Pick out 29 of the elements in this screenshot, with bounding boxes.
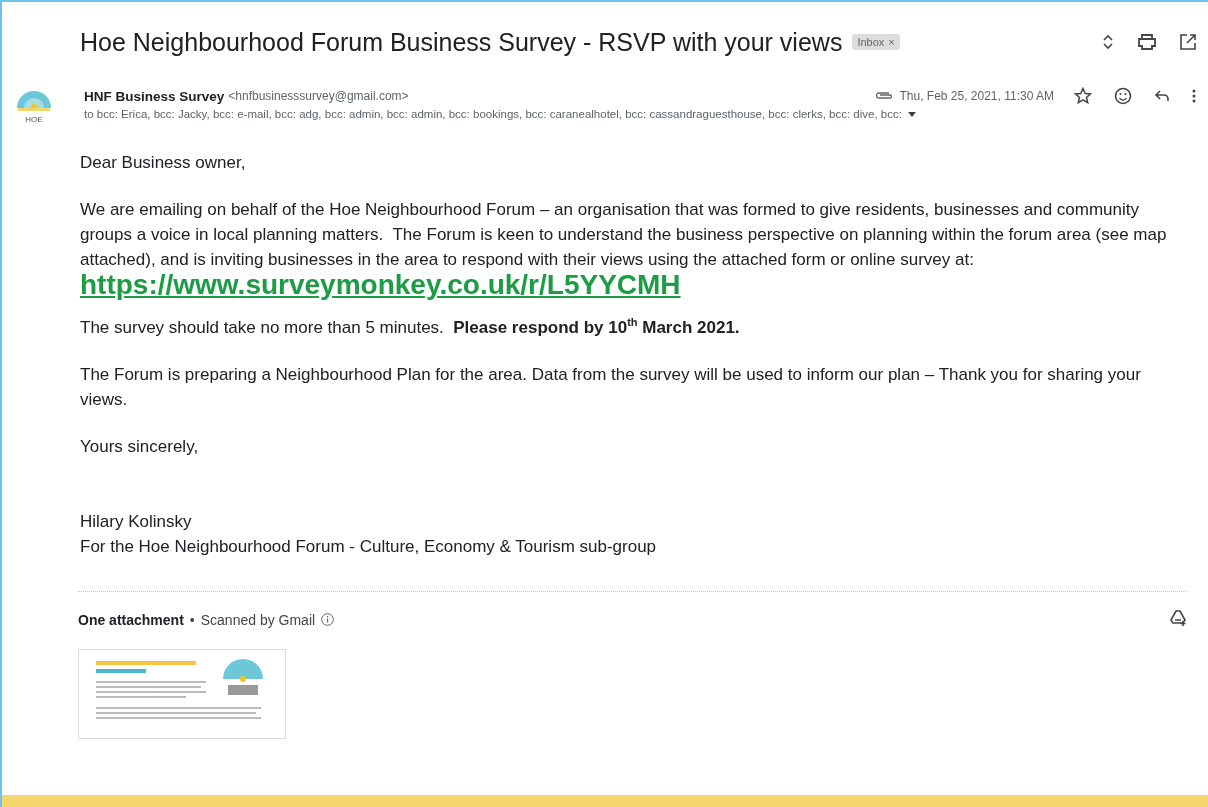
more-icon[interactable] [1192,89,1196,103]
survey-link[interactable]: https://www.surveymonkey.co.uk/r/L5YYCMH [80,269,681,300]
expand-collapse-icon[interactable] [1102,33,1114,51]
scan-note: Scanned by Gmail [200,611,316,628]
info-icon[interactable] [321,613,335,626]
paragraph: Yours sincerely, [80,436,200,458]
add-to-drive-icon[interactable] [1170,610,1188,626]
caret-icon[interactable] [907,111,916,117]
email-subject: Hoe Neighbourhood Forum Business Survey - RSVP with your views [80,27,843,57]
separator-dot: • [189,611,195,628]
paragraph: The Forum is preparing a Neighbourhood Plan for the area. Data from the survey will be used to inform our plan – Thank you for sharing your views. [80,364,1142,411]
open-new-window-icon[interactable] [1180,34,1196,50]
paragraph: The survey should take no more than 5 minutes. Please respond by 10$^{th}$ March 2021. [80,315,741,339]
sender-name: HNF Business Survey [84,88,225,104]
paperclip-icon [875,91,894,101]
email-date: Thu, Feb 25, 2021, 11:30 AM [899,89,1054,103]
recipients-list: to bcc: Erica, bcc: Jacky, bcc: e-mail, bcc: adg, bcc: admin, bcc: admin, bcc: bookings, bcc: caranealhotel, bcc: cassandraguesthouse, bcc: clerks, bcc: dive, bcc: [84,108,902,120]
paragraph: Dear Business owner, [80,152,247,174]
remove-label-button[interactable]: × [888,36,895,48]
reply-icon[interactable] [1154,89,1170,103]
label-text: Inbox [857,36,885,48]
paragraph: We are emailing on behalf of the Hoe Neighbourhood Forum – an organisation that was formed to give residents, businesses and community groups a voice in local planning matters. The Forum is keen to understand the business perspective on planning within the forum area (see map attached), and is inviting businesses in the area to respond with their views using the attached form or online survey at: https://www.surveymonkey.co.uk/r/L5YYCMH [80,199,1168,301]
attachment-count: One attachment [78,611,184,628]
signature-line: Hilary Kolinsky [80,511,193,533]
signature-line: For the Hoe Neighbourhood Forum - Culture, Economy & Tourism sub-group [80,536,658,558]
emoji-icon[interactable] [1114,87,1132,105]
sender-email: <hnfbusinesssurvey@gmail.com> [228,89,409,103]
print-icon[interactable] [1138,34,1156,50]
star-icon[interactable] [1074,87,1092,105]
